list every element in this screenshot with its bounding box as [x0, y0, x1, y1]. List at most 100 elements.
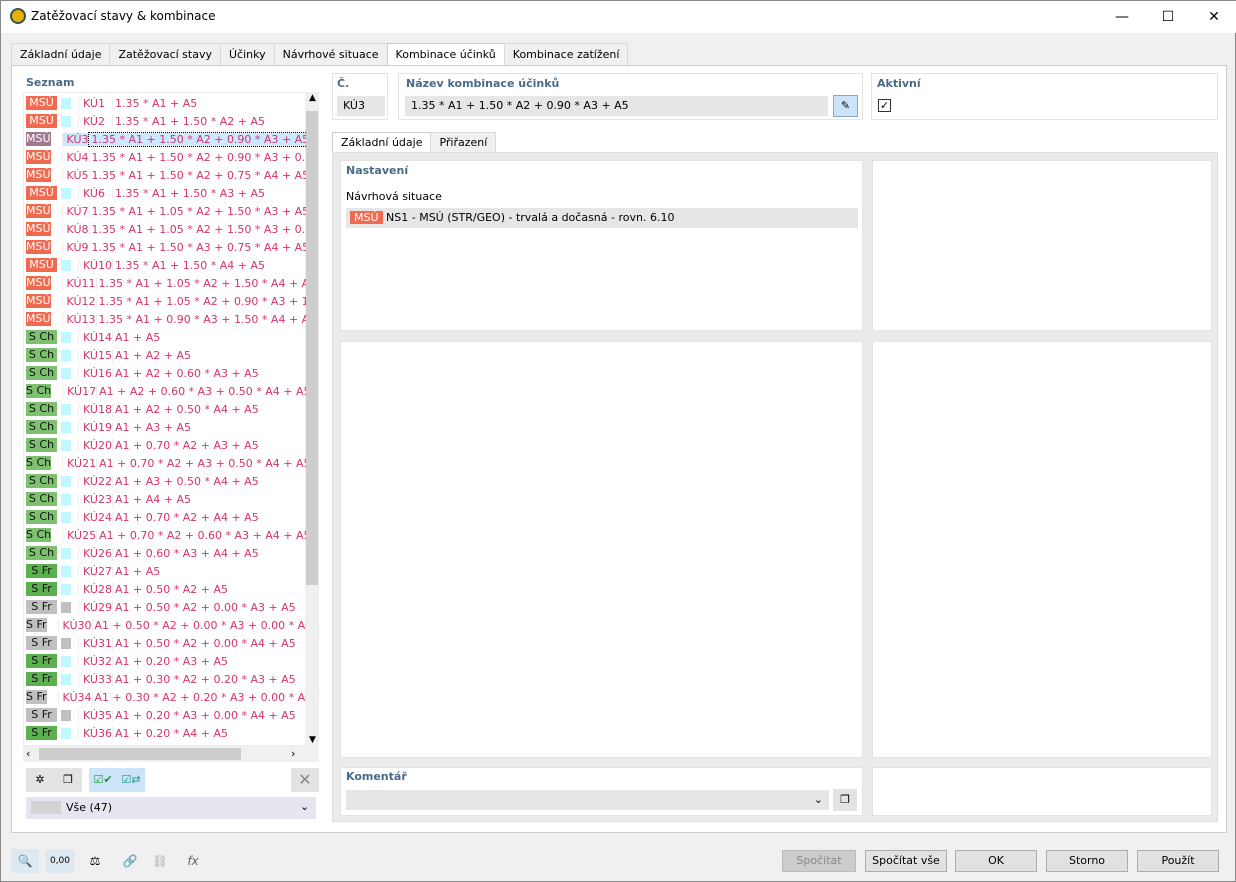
- decimal-icon[interactable]: 0,00: [46, 849, 74, 873]
- search-icon[interactable]: 🔍: [11, 849, 39, 873]
- edit-name-icon[interactable]: ✎: [833, 95, 858, 117]
- list-item[interactable]: MSÚ KÚ11 1.35 * A1 + 1.05 * A2 + 1.50 * A4…: [24, 274, 306, 292]
- combination-number: KÚ21: [62, 456, 96, 470]
- list-item[interactable]: S Fr KÚ36 A1 + 0.20 * A4 + A5: [24, 724, 306, 742]
- list-label: Seznam: [26, 76, 75, 89]
- calculate-button[interactable]: Spočítat: [782, 850, 856, 872]
- combination-number: KÚ5: [61, 168, 89, 182]
- list-item[interactable]: S Fr KÚ34 A1 + 0.30 * A2 + 0.20 * A3 + 0.0…: [24, 688, 306, 706]
- list-item[interactable]: S Fr KÚ28 A1 + 0.50 * A2 + A5: [24, 580, 306, 598]
- combination-expression: 1.35 * A1 + 0.90 * A3 + 1.50 * A4 + A5: [95, 312, 306, 326]
- combination-expression: A1 + 0.50 * A2 + 0.00 * A3 + A5: [112, 600, 296, 614]
- combination-expression: 1.35 * A1 + 1.50 * A2 + 0.75 * A4 + A5: [88, 168, 306, 182]
- list-item[interactable]: S Fr KÚ33 A1 + 0.30 * A2 + 0.20 * A3 + A5: [24, 670, 306, 688]
- type-badge: MSÚ: [26, 222, 51, 236]
- horizontal-scrollbar[interactable]: ‹ ›: [23, 746, 319, 762]
- list-item[interactable]: S Fr KÚ35 A1 + 0.20 * A3 + 0.00 * A4 + A5: [24, 706, 306, 724]
- list-item[interactable]: S Ch KÚ24 A1 + 0.70 * A2 + A4 + A5: [24, 508, 306, 526]
- list-item[interactable]: MSÚ KÚ2 1.35 * A1 + 1.50 * A2 + A5: [24, 112, 306, 130]
- combination-number: KÚ34: [57, 690, 92, 704]
- number-label: Č.: [337, 77, 350, 90]
- list-item[interactable]: S Ch KÚ26 A1 + 0.60 * A3 + A4 + A5: [24, 544, 306, 562]
- list-item[interactable]: MSÚ KÚ6 1.35 * A1 + 1.50 * A3 + A5: [24, 184, 306, 202]
- list-item[interactable]: S Ch KÚ21 A1 + 0.70 * A2 + A3 + 0.50 * A4 …: [24, 454, 306, 472]
- link-icon[interactable]: 🔗: [116, 849, 144, 873]
- tab-0[interactable]: Základní údaje: [11, 43, 111, 65]
- list-item[interactable]: S Ch KÚ19 A1 + A3 + A5: [24, 418, 306, 436]
- ok-button[interactable]: OK: [955, 850, 1037, 872]
- type-badge: S Ch: [26, 420, 57, 434]
- list-item[interactable]: MSÚ KÚ13 1.35 * A1 + 0.90 * A3 + 1.50 * A4…: [24, 310, 306, 328]
- active-checkbox[interactable]: ✓: [878, 99, 891, 112]
- list-item[interactable]: S Fr KÚ32 A1 + 0.20 * A3 + A5: [24, 652, 306, 670]
- filter-dropdown[interactable]: Vše (47) ⌄: [26, 797, 316, 819]
- copy-item-button[interactable]: ❐: [54, 768, 82, 792]
- list-item[interactable]: S Fr KÚ30 A1 + 0.50 * A2 + 0.00 * A3 + 0.0…: [24, 616, 306, 634]
- tab-3[interactable]: Návrhové situace: [273, 43, 388, 65]
- unlink-icon[interactable]: ⛓: [146, 849, 174, 873]
- comment-copy-icon[interactable]: ❐: [833, 789, 857, 811]
- minimize-button[interactable]: —: [1099, 1, 1145, 33]
- list-item[interactable]: MSÚ KÚ10 1.35 * A1 + 1.50 * A4 + A5: [24, 256, 306, 274]
- list-item[interactable]: MSÚ KÚ5 1.35 * A1 + 1.50 * A2 + 0.75 * A4 …: [24, 166, 306, 184]
- color-swatch: [61, 187, 71, 199]
- list-item[interactable]: S Fr KÚ31 A1 + 0.50 * A2 + 0.00 * A4 + A5: [24, 634, 306, 652]
- list-item[interactable]: S Ch KÚ25 A1 + 0.70 * A2 + 0.60 * A3 + A4 …: [24, 526, 306, 544]
- new-item-button[interactable]: ✲: [26, 768, 54, 792]
- app-icon: [10, 8, 26, 24]
- tab-1[interactable]: Zatěžovací stavy: [109, 43, 221, 65]
- design-situation-field[interactable]: MSÚ NS1 - MSÚ (STR/GEO) - trvalá a dočas…: [346, 208, 858, 228]
- tab-5[interactable]: Kombinace zatížení: [503, 43, 629, 65]
- type-badge: MSÚ: [26, 240, 51, 254]
- vertical-scrollbar[interactable]: ▲ ▼: [305, 93, 318, 745]
- list-item[interactable]: S Ch KÚ23 A1 + A4 + A5: [24, 490, 306, 508]
- list-item[interactable]: S Fr KÚ27 A1 + A5: [24, 562, 306, 580]
- list-item[interactable]: S Ch KÚ15 A1 + A2 + A5: [24, 346, 306, 364]
- type-badge: MSÚ: [26, 150, 51, 164]
- combination-list[interactable]: ▲ ▼ MSÚ KÚ1 1.35 * A1 + A5 MSÚ KÚ2 1.35 * A1 …: [23, 92, 319, 746]
- list-item[interactable]: S Ch KÚ22 A1 + A3 + 0.50 * A4 + A5: [24, 472, 306, 490]
- combination-number: KÚ25: [62, 528, 96, 542]
- type-badge: S Ch: [26, 366, 57, 380]
- check-all-button[interactable]: ☑✔: [89, 768, 117, 792]
- combination-expression: A1 + A5: [112, 330, 160, 344]
- name-label: Název kombinace účinků: [406, 77, 560, 90]
- units-icon[interactable]: ⚖: [81, 849, 109, 873]
- delete-button[interactable]: ✕: [291, 768, 319, 792]
- scroll-thumb[interactable]: [306, 111, 318, 585]
- active-label: Aktivní: [877, 77, 921, 90]
- comment-label: Komentář: [346, 770, 407, 783]
- design-situation-label: Návrhová situace: [346, 190, 442, 203]
- apply-button[interactable]: Použít: [1137, 850, 1219, 872]
- combination-expression: A1 + 0.70 * A2 + A3 + 0.50 * A4 + A5: [96, 456, 306, 470]
- list-item[interactable]: MSÚ KÚ8 1.35 * A1 + 1.05 * A2 + 1.50 * A3 …: [24, 220, 306, 238]
- function-icon[interactable]: fx: [179, 849, 207, 873]
- list-item[interactable]: S Ch KÚ17 A1 + A2 + 0.60 * A3 + 0.50 * A4 …: [24, 382, 306, 400]
- maximize-button[interactable]: ☐: [1145, 1, 1191, 33]
- name-input[interactable]: 1.35 * A1 + 1.50 * A2 + 0.90 * A3 + A5: [405, 96, 828, 116]
- detail-tab-1[interactable]: Přiřazení: [430, 132, 497, 152]
- calculate-all-button[interactable]: Spočítat vše: [865, 850, 947, 872]
- type-badge: MSÚ: [26, 168, 51, 182]
- list-item[interactable]: MSÚ KÚ12 1.35 * A1 + 1.05 * A2 + 0.90 * A3…: [24, 292, 306, 310]
- list-item[interactable]: S Fr KÚ29 A1 + 0.50 * A2 + 0.00 * A3 + A5: [24, 598, 306, 616]
- comment-input[interactable]: ⌄: [346, 790, 829, 810]
- list-item[interactable]: MSÚ KÚ7 1.35 * A1 + 1.05 * A2 + 1.50 * A3 …: [24, 202, 306, 220]
- list-item[interactable]: S Ch KÚ14 A1 + A5: [24, 328, 306, 346]
- combination-expression: A1 + 0.70 * A2 + 0.60 * A3 + A4 + A5: [96, 528, 306, 542]
- close-button[interactable]: ✕: [1191, 1, 1236, 33]
- tab-4[interactable]: Kombinace účinků: [386, 43, 505, 66]
- list-item[interactable]: MSÚ KÚ3 1.35 * A1 + 1.50 * A2 + 0.90 * A3 …: [24, 130, 306, 148]
- hscroll-thumb[interactable]: [39, 748, 241, 760]
- cancel-button[interactable]: Storno: [1046, 850, 1128, 872]
- list-item[interactable]: S Ch KÚ18 A1 + A2 + 0.50 * A4 + A5: [24, 400, 306, 418]
- list-item[interactable]: S Ch KÚ16 A1 + A2 + 0.60 * A3 + A5: [24, 364, 306, 382]
- list-item[interactable]: MSÚ KÚ4 1.35 * A1 + 1.50 * A2 + 0.90 * A3 …: [24, 148, 306, 166]
- combination-expression: A1 + 0.20 * A4 + A5: [112, 726, 228, 740]
- toggle-check-button[interactable]: ☑⇄: [117, 768, 145, 792]
- detail-tab-0[interactable]: Základní údaje: [332, 132, 432, 152]
- list-item[interactable]: MSÚ KÚ9 1.35 * A1 + 1.50 * A3 + 0.75 * A4 …: [24, 238, 306, 256]
- list-item[interactable]: MSÚ KÚ1 1.35 * A1 + A5: [24, 94, 306, 112]
- tab-2[interactable]: Účinky: [220, 43, 275, 65]
- list-item[interactable]: S Ch KÚ20 A1 + 0.70 * A2 + A3 + A5: [24, 436, 306, 454]
